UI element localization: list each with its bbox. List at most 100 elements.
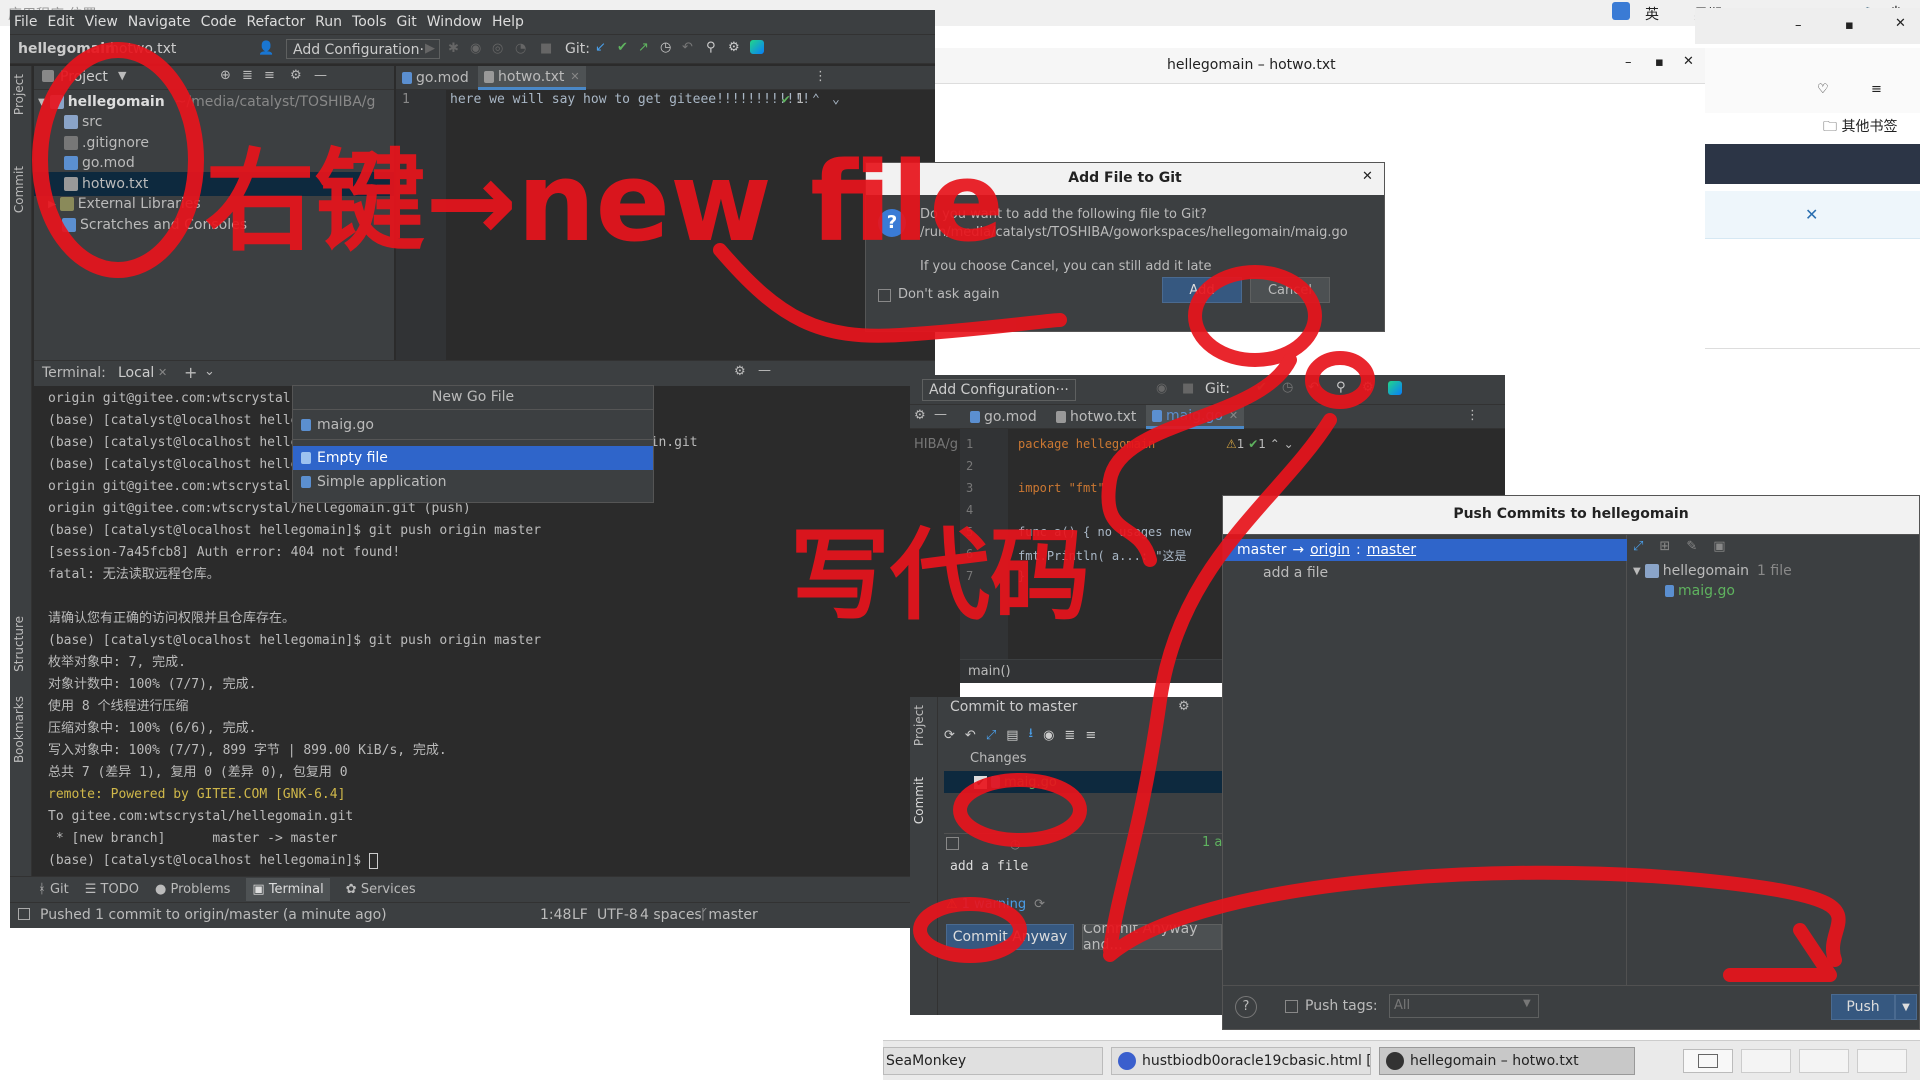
tree-item-scratches[interactable]: Scratches and Consoles (62, 213, 247, 237)
menu-window[interactable]: Window (427, 14, 482, 30)
close-terminal-tab-icon[interactable]: ✕ (158, 366, 167, 379)
remote-link[interactable]: origin (1310, 542, 1350, 558)
workspace-1[interactable] (1683, 1049, 1733, 1073)
bottom-tab-todo[interactable]: ☰ TODO (85, 882, 139, 897)
git-push-icon[interactable]: ↗ (638, 40, 649, 55)
ide2-search-icon[interactable]: ⚲ (1336, 380, 1346, 395)
taskbar-item-ide[interactable]: hellegomain – hotwo.txt (1379, 1047, 1635, 1075)
download-icon[interactable]: ⭳ (1029, 724, 1034, 746)
menu-view[interactable]: View (85, 14, 118, 30)
win-maximize-icon[interactable]: ▪ (1845, 18, 1854, 33)
project-tab[interactable]: Project (60, 69, 108, 85)
other-bookmarks[interactable]: 🗀 其他书签 (1823, 116, 1897, 140)
option-simple-application[interactable]: Simple application (293, 470, 653, 494)
ide2-more-tabs-icon[interactable]: ⋮ (1466, 408, 1479, 423)
ide2-tab-hotwo[interactable]: hotwo.txt (1050, 405, 1142, 429)
add-button[interactable]: Add (1162, 277, 1242, 303)
ide2-settings-icon[interactable]: ⚙ (1362, 380, 1374, 395)
bottom-tab-services[interactable]: ✿ Services (346, 882, 416, 897)
locate-icon[interactable]: ⊕ (220, 68, 231, 83)
prev-highlight-icon[interactable]: ⌃ (812, 92, 820, 107)
ide2-git-commit-icon[interactable]: ✔ (1256, 380, 1267, 395)
rollback-icon[interactable]: ↶ (965, 728, 976, 743)
debug-icon[interactable]: ✱ (448, 41, 459, 56)
push-tags-select[interactable]: All (1389, 994, 1539, 1018)
terminal-tab-local[interactable]: Local (118, 365, 154, 381)
git-commit-icon[interactable]: ✔ (617, 40, 628, 55)
chevron-down-icon[interactable]: ⌄ (204, 364, 215, 379)
git-update-icon[interactable]: ↙ (595, 40, 606, 55)
close-tab-icon[interactable]: ✕ (570, 70, 579, 83)
breadcrumb-project[interactable]: hellegomain (18, 41, 115, 57)
editor-area[interactable]: here we will say how to get giteee!!!!!!… (446, 90, 935, 360)
push-button[interactable]: Push (1831, 994, 1895, 1020)
jetbrains-toolbox-icon[interactable] (750, 40, 764, 54)
file-encoding[interactable]: UTF-8 (597, 907, 638, 923)
commit-anyway-and-push-button[interactable]: Commit Anyway and... (1082, 924, 1222, 950)
ide2-rollback-icon[interactable]: ↶ (1308, 380, 1319, 395)
panel-settings-icon[interactable]: ⚙ (290, 68, 302, 83)
option-empty-file[interactable]: Empty file (293, 446, 653, 470)
workspace-2[interactable] (1741, 1049, 1791, 1073)
next-highlight-icon[interactable]: ⌄ (832, 92, 840, 107)
ide2-add-configuration-button[interactable]: Add Configuration··· (922, 379, 1076, 401)
project-side-tab[interactable]: Project (12, 74, 26, 115)
menu-edit[interactable]: Edit (47, 14, 74, 30)
win-minimize-icon[interactable]: – (1795, 18, 1802, 33)
edit-icon[interactable]: ✎ (1686, 539, 1697, 554)
ide2-hide-icon[interactable]: — (934, 407, 947, 422)
eye-icon[interactable]: ◉ (1043, 728, 1054, 743)
bottom-tab-terminal[interactable]: ▣ Terminal (246, 878, 330, 901)
diff-icon[interactable]: ⤢ (986, 728, 996, 743)
minimize-icon[interactable]: – (1625, 55, 1632, 70)
structure-side-tab[interactable]: Structure (12, 616, 26, 672)
expand-icon[interactable]: ≣ (1064, 728, 1075, 743)
warning-link[interactable]: ⚠ 1 warning ⟳ (946, 897, 1045, 912)
stop-icon[interactable]: ■ (540, 41, 552, 56)
commit-message-input[interactable]: add a file (950, 859, 1028, 874)
banner-close-icon[interactable]: ✕ (1805, 205, 1818, 224)
more-tabs-icon[interactable]: ⋮ (814, 69, 827, 84)
status-window-icon[interactable] (18, 908, 30, 920)
remote-branch-link[interactable]: master (1367, 542, 1416, 558)
refresh-icon[interactable]: ⟳ (944, 728, 955, 743)
breadcrumb-file[interactable]: hotwo.txt (110, 41, 176, 57)
close-tab-icon[interactable]: ✕ (1229, 409, 1238, 422)
ide2-inspections[interactable]: ⚠1 ✔1 ⌃ ⌄ (1226, 437, 1294, 451)
ide2-tab-gomod[interactable]: go.mod (964, 405, 1043, 429)
menu-navigate[interactable]: Navigate (128, 14, 191, 30)
cancel-button[interactable]: Cancel (1250, 277, 1330, 303)
tab-hotwo[interactable]: hotwo.txt ✕ (478, 66, 586, 90)
bottom-tab-problems[interactable]: ● Problems (155, 882, 230, 897)
hamburger-menu-icon[interactable]: ≡ (1871, 82, 1882, 97)
indent-setting[interactable]: 4 spaces (640, 907, 702, 923)
menu-git[interactable]: Git (397, 14, 417, 30)
close-icon[interactable]: ✕ (1683, 54, 1694, 69)
menu-file[interactable]: File (14, 14, 37, 30)
hide-panel-icon[interactable]: — (314, 68, 327, 83)
push-tags-checkbox[interactable] (1285, 1000, 1298, 1013)
chevron-down-icon[interactable]: ▼ (118, 69, 126, 82)
workspace-4[interactable] (1857, 1049, 1907, 1073)
taskbar-item-html[interactable]: hustbiodb0oracle19cbasic.html [file:... (1111, 1047, 1371, 1075)
ide2-commit-side-tab[interactable]: Commit (912, 777, 926, 824)
coverage-icon[interactable]: ◉ (470, 41, 481, 56)
menu-refactor[interactable]: Refactor (246, 14, 305, 30)
cursor-position[interactable]: 1:48 (540, 907, 571, 923)
collapse-all-icon[interactable]: ≡ (264, 68, 275, 83)
ime-indicator[interactable]: 英 (1645, 4, 1659, 24)
commit-settings-icon[interactable]: ⚙ (1178, 699, 1190, 714)
ide2-breadcrumb[interactable]: main() (968, 664, 1011, 679)
user-icon[interactable]: 👤 (258, 41, 274, 56)
tab-gomod[interactable]: go.mod (396, 66, 475, 90)
search-icon[interactable]: ⚲ (706, 40, 716, 55)
git-branch-status[interactable]: ᚴmaster (700, 907, 758, 923)
git-rollback-icon[interactable]: ↶ (682, 40, 693, 55)
amend-checkbox[interactable] (946, 837, 959, 850)
profile-icon[interactable]: ◎ (492, 41, 503, 56)
menu-tools[interactable]: Tools (352, 14, 387, 30)
input-method-icon[interactable] (1612, 2, 1630, 20)
new-terminal-icon[interactable]: + (184, 363, 197, 382)
menu-help[interactable]: Help (492, 14, 524, 30)
inspection-ok-icon[interactable]: ✔ (782, 92, 790, 107)
